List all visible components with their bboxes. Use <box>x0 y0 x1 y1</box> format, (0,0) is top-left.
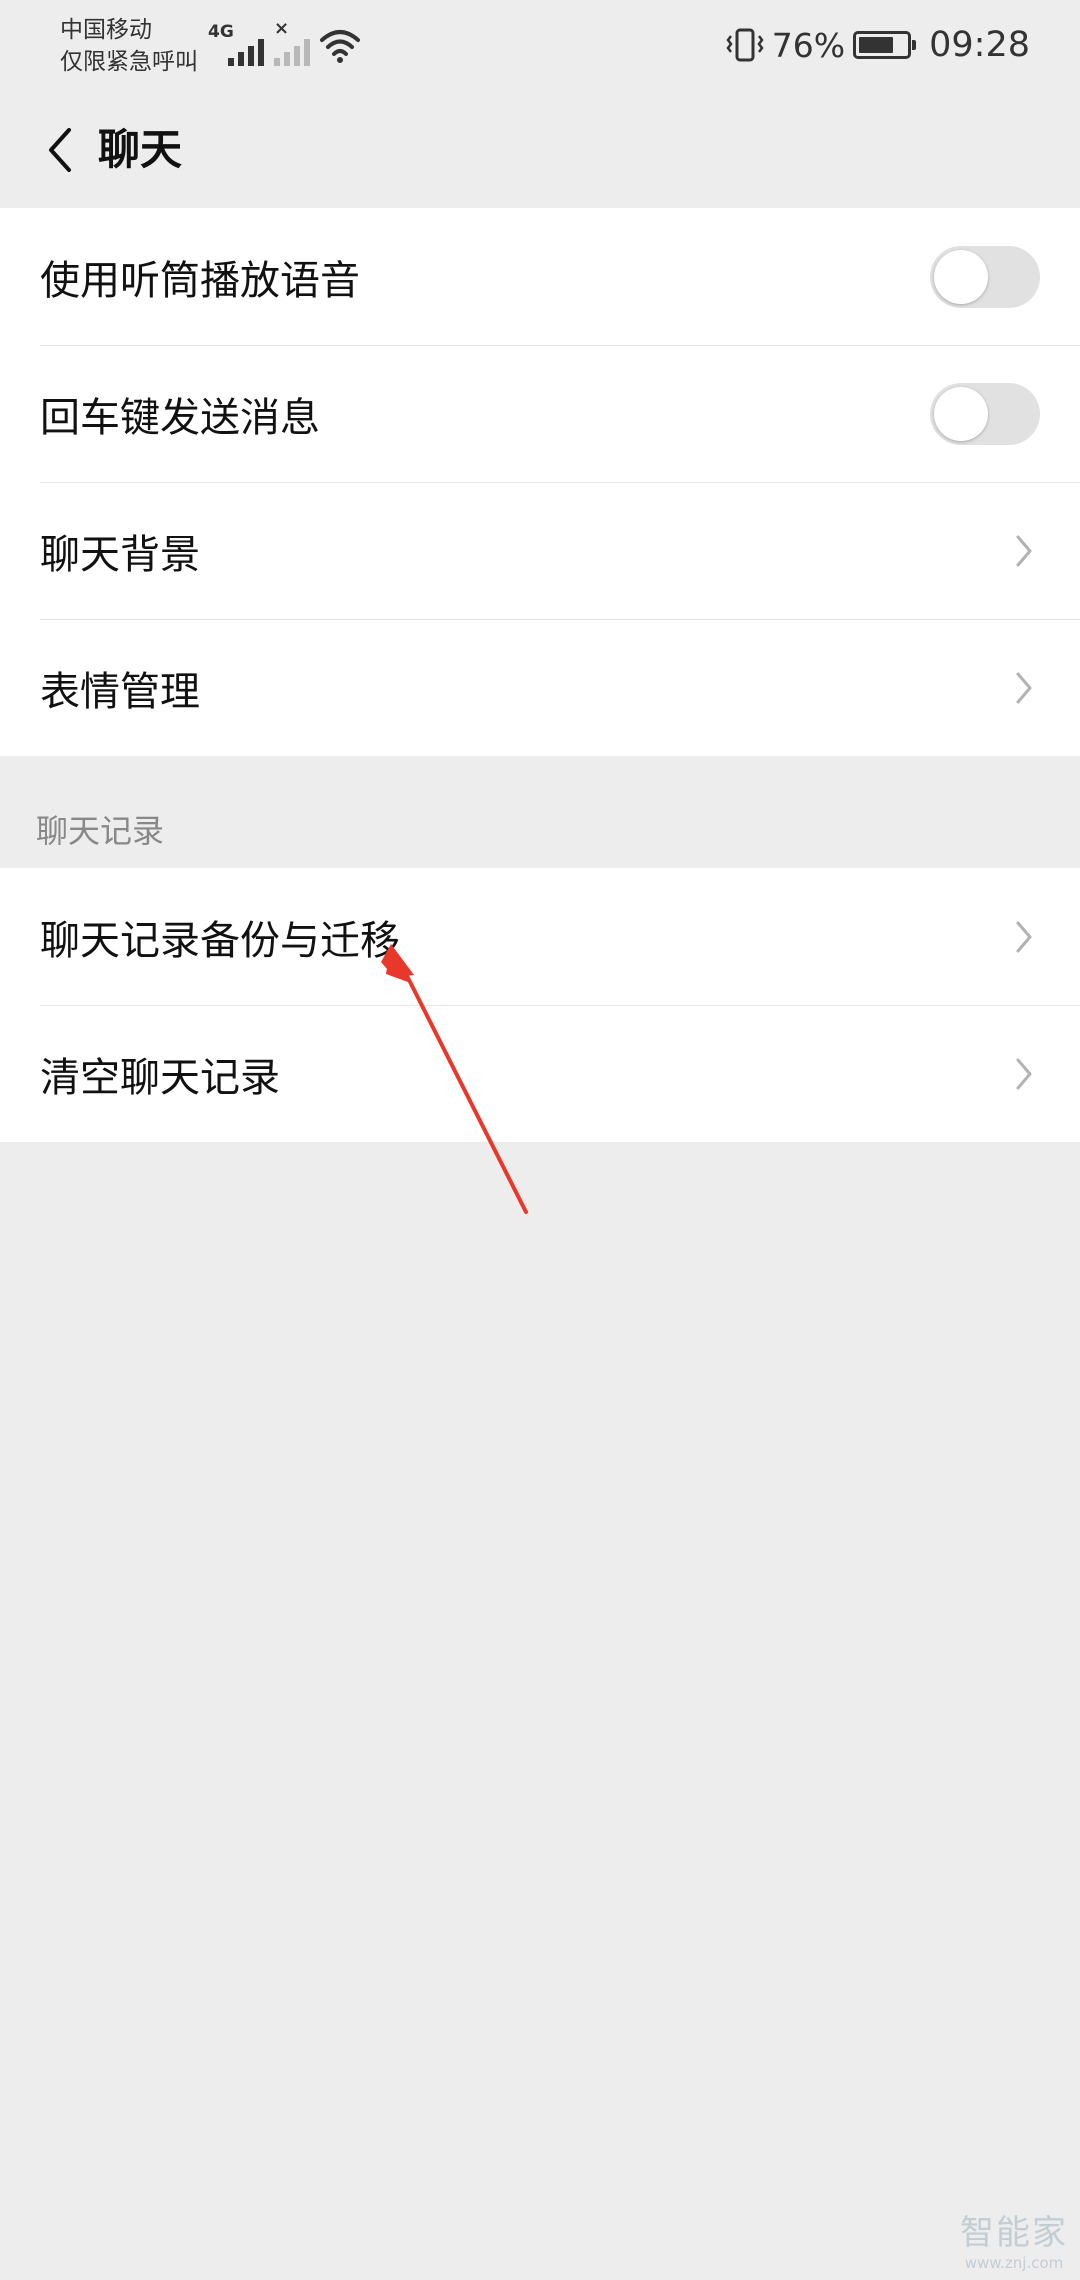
nav-bar: 聊天 <box>0 92 1080 210</box>
chevron-right-icon <box>1012 916 1036 958</box>
status-bar: 中国移动 仅限紧急呼叫 4G × 76% 09:28 <box>0 0 1080 92</box>
battery-percent: 76% <box>771 25 846 65</box>
toggle-knob <box>934 386 988 441</box>
setting-label: 聊天背景 <box>40 531 200 578</box>
setting-label: 清空聊天记录 <box>40 1054 280 1101</box>
setting-row-earpiece[interactable]: 使用听筒播放语音 <box>0 208 1080 345</box>
watermark-text: 智能家 <box>960 2213 1068 2253</box>
setting-row-sticker-management[interactable]: 表情管理 <box>0 619 1080 756</box>
watermark: 智能家 www.znj.com <box>960 2205 1068 2272</box>
section-header-chat-history: 聊天记录 <box>36 812 165 850</box>
setting-label: 聊天记录备份与迁移 <box>40 917 400 964</box>
setting-row-backup-migrate[interactable]: 聊天记录备份与迁移 <box>0 868 1080 1005</box>
status-time: 09:28 <box>929 25 1030 65</box>
vibrate-icon <box>726 28 764 62</box>
signal-indicators: 4G × <box>208 18 368 66</box>
setting-row-clear-history[interactable]: 清空聊天记录 <box>0 1005 1080 1142</box>
chevron-right-icon <box>1012 530 1036 572</box>
watermark-url: www.znj.com <box>964 2254 1064 2272</box>
settings-group-general: 使用听筒播放语音 回车键发送消息 聊天背景 表情管理 <box>0 208 1080 756</box>
carrier-info: 中国移动 仅限紧急呼叫 <box>60 14 198 78</box>
carrier-status: 仅限紧急呼叫 <box>60 49 198 75</box>
wifi-icon <box>320 30 360 63</box>
status-right: 76% 09:28 <box>726 20 1030 70</box>
earpiece-toggle[interactable] <box>930 245 1040 308</box>
signal-icon-secondary <box>274 39 310 66</box>
setting-row-chat-background[interactable]: 聊天背景 <box>0 482 1080 619</box>
battery-level-fill <box>859 37 893 53</box>
battery-icon <box>853 31 917 59</box>
chevron-right-icon <box>1012 667 1036 709</box>
chevron-right-icon <box>1012 1053 1036 1095</box>
no-sim-icon: × <box>274 18 290 39</box>
back-arrow-icon <box>49 128 71 172</box>
back-button[interactable] <box>28 118 92 182</box>
setting-label: 回车键发送消息 <box>40 394 320 441</box>
enter-send-toggle[interactable] <box>930 382 1040 445</box>
setting-label: 使用听筒播放语音 <box>40 257 360 304</box>
carrier-name: 中国移动 <box>60 17 152 43</box>
signal-icon <box>228 39 264 66</box>
toggle-knob <box>934 249 988 304</box>
screen: 中国移动 仅限紧急呼叫 4G × 76% 09:28 聊天 使用听筒播放语音 回… <box>0 0 1080 2280</box>
page-title: 聊天 <box>98 125 183 174</box>
setting-row-enter-send[interactable]: 回车键发送消息 <box>0 345 1080 482</box>
setting-label: 表情管理 <box>40 668 200 715</box>
settings-group-chat-history: 聊天记录备份与迁移 清空聊天记录 <box>0 868 1080 1142</box>
